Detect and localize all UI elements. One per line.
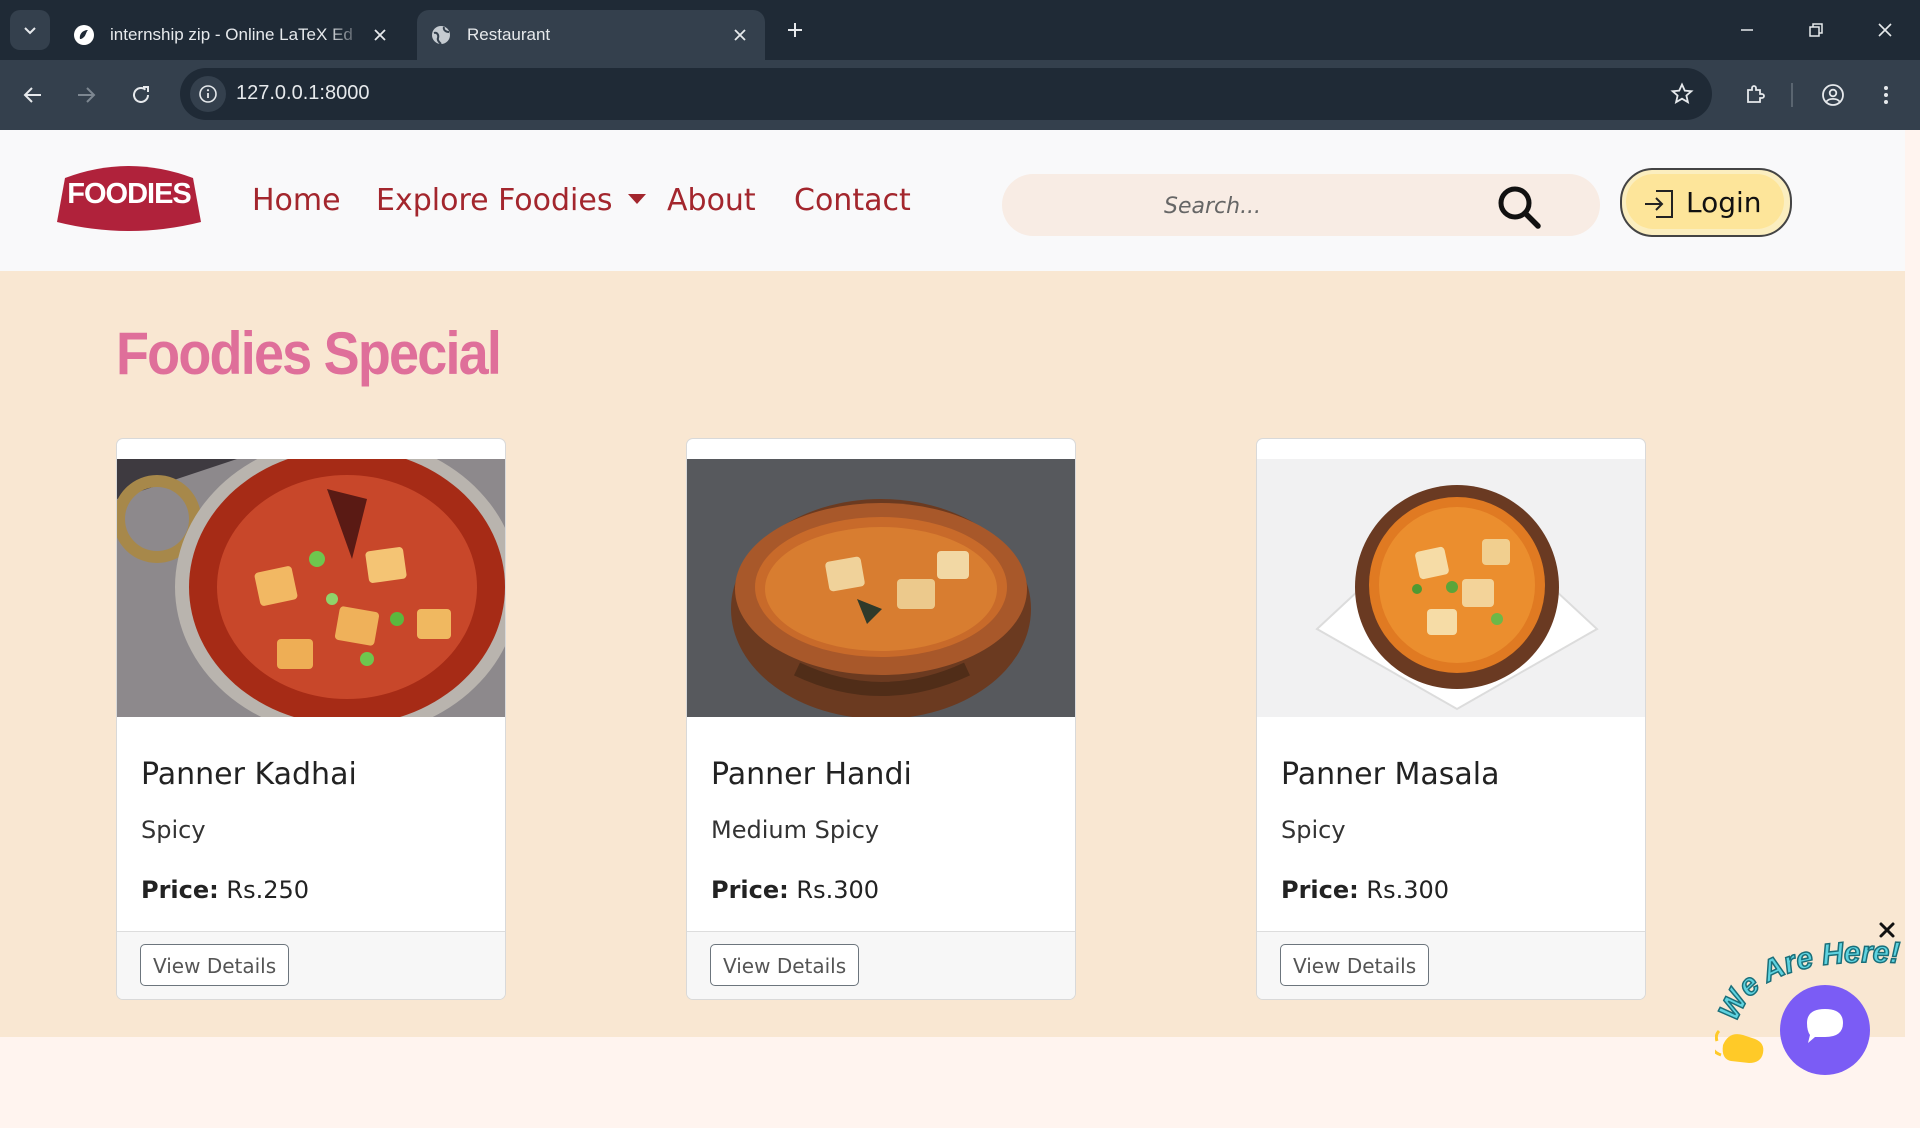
nav-about-link[interactable]: About (667, 183, 756, 218)
foodies-special-section: Foodies Special Panner Kadhai Spicy Pric… (0, 271, 1905, 1037)
site-header: FOODIES Home Explore Foodies About Conta… (0, 130, 1905, 271)
nav-contact-link[interactable]: Contact (794, 183, 911, 218)
nav-explore-dropdown[interactable]: Explore Foodies (376, 183, 647, 218)
card-footer: View Details (687, 931, 1075, 999)
waving-hand-icon (1715, 1029, 1764, 1063)
bookmark-button[interactable] (1666, 78, 1698, 110)
price-label: Price: (711, 876, 789, 904)
reload-icon (133, 86, 149, 103)
view-details-button[interactable]: View Details (1280, 944, 1430, 986)
close-tab-icon[interactable] (725, 20, 755, 50)
dish-price: Price: Rs.250 (141, 876, 309, 904)
globe-icon (429, 23, 453, 47)
back-button[interactable] (15, 77, 51, 113)
toolbar-divider (1791, 83, 1793, 107)
nav-home-link[interactable]: Home (252, 183, 341, 218)
price-value: Rs.300 (796, 876, 880, 904)
reload-button[interactable] (123, 77, 159, 113)
panner-handi-image (687, 459, 1075, 717)
minimize-button[interactable] (1729, 12, 1765, 48)
price-label: Price: (1281, 876, 1359, 904)
url-text: 127.0.0.1:8000 (236, 82, 370, 104)
forward-button[interactable] (68, 77, 104, 113)
close-icon (1878, 23, 1892, 37)
plus-icon (788, 23, 802, 37)
login-button-inner: Login (1626, 174, 1784, 229)
card-footer: View Details (1257, 931, 1645, 999)
search-input[interactable] (1162, 186, 1466, 226)
dish-name: Panner Handi (711, 757, 912, 792)
login-icon (1645, 190, 1673, 218)
overleaf-favicon-icon (72, 23, 96, 47)
dish-name: Panner Masala (1281, 757, 1500, 792)
dish-price: Price: Rs.300 (711, 876, 879, 904)
price-value: Rs.300 (1366, 876, 1450, 904)
tab-title: Restaurant (467, 25, 551, 44)
caret-down-icon (628, 194, 647, 204)
minimize-icon (1741, 29, 1753, 31)
dish-spice-level: Spicy (1281, 816, 1346, 844)
restore-button[interactable] (1798, 12, 1834, 48)
chat-widget-art: We Are Here! (1715, 935, 1901, 1075)
dish-spice-level: Spicy (141, 816, 206, 844)
close-tab-icon[interactable] (365, 20, 395, 50)
login-label: Login (1686, 186, 1762, 219)
chat-widget[interactable]: We Are Here! (1715, 935, 1915, 1085)
view-details-button[interactable]: View Details (140, 944, 290, 986)
dish-card: Panner Handi Medium Spicy Price: Rs.300 … (686, 438, 1076, 1000)
site-info-button[interactable] (190, 76, 226, 112)
address-bar[interactable]: 127.0.0.1:8000 (180, 68, 1712, 120)
browser-toolbar: 127.0.0.1:8000 (0, 60, 1920, 130)
price-label: Price: (141, 876, 219, 904)
info-icon (199, 85, 217, 103)
chevron-down-icon (24, 27, 36, 35)
dish-price: Price: Rs.300 (1281, 876, 1449, 904)
extensions-button[interactable] (1737, 77, 1773, 113)
dish-name: Panner Kadhai (141, 757, 357, 792)
panner-kadhai-image (117, 459, 505, 717)
login-button[interactable]: Login (1620, 168, 1792, 237)
browser-tab-bar: internship zip - Online LaTeX Ed Restaur… (0, 0, 1920, 60)
tab-overleaf[interactable]: internship zip - Online LaTeX Ed (60, 10, 405, 60)
profile-button[interactable] (1815, 77, 1851, 113)
dish-card: Panner Kadhai Spicy Price: Rs.250 View D… (116, 438, 506, 1000)
tab-title: internship zip - Online LaTeX Ed (110, 25, 353, 44)
puzzle-icon (1747, 85, 1765, 103)
search-icon[interactable] (1496, 184, 1542, 230)
nav-explore-label: Explore Foodies (376, 183, 613, 218)
logo-text: FOODIES (67, 178, 192, 210)
arrow-left-icon (23, 87, 41, 103)
section-title: Foodies Special (116, 320, 502, 387)
foodies-logo[interactable]: FOODIES (55, 160, 203, 234)
search-bar (1002, 174, 1600, 236)
star-icon (1670, 82, 1694, 105)
arrow-right-icon (78, 87, 96, 103)
account-icon (1822, 84, 1844, 106)
close-window-button[interactable] (1867, 12, 1903, 48)
menu-button[interactable] (1868, 77, 1904, 113)
panner-masala-image (1257, 459, 1645, 717)
more-vertical-icon (1884, 86, 1888, 104)
restore-icon (1809, 23, 1823, 37)
dish-card: Panner Masala Spicy Price: Rs.300 View D… (1256, 438, 1646, 1000)
dish-spice-level: Medium Spicy (711, 816, 880, 844)
new-tab-button[interactable] (780, 15, 810, 45)
price-value: Rs.250 (226, 876, 310, 904)
view-details-button[interactable]: View Details (710, 944, 860, 986)
tab-search-button[interactable] (10, 10, 50, 50)
tab-restaurant[interactable]: Restaurant (417, 10, 765, 60)
card-footer: View Details (117, 931, 505, 999)
